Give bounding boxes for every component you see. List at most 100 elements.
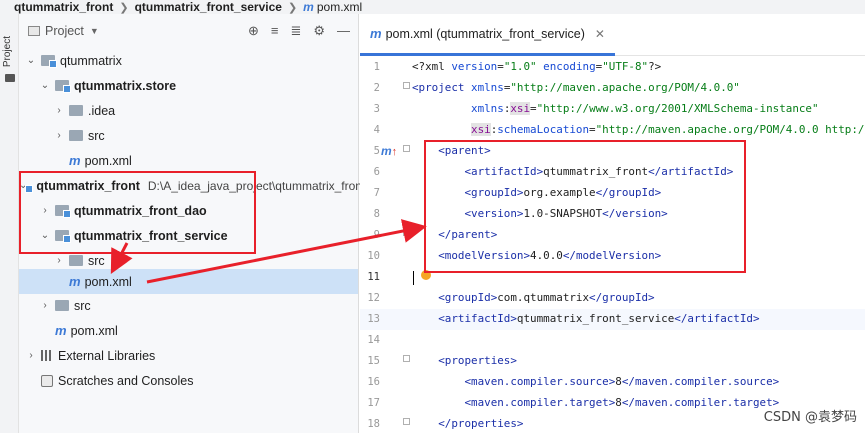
chevron-right-icon[interactable]: › [53, 255, 65, 266]
maven-icon: m [55, 323, 67, 338]
tool-window-strip: Project [0, 14, 19, 433]
breadcrumb-item-module[interactable]: qtummatrix_front_service [135, 0, 282, 14]
line-number-current: 11 [367, 271, 380, 283]
code-line-16: <maven.compiler.source>8</maven.compiler… [464, 375, 780, 388]
fold-marker-icon[interactable] [403, 355, 410, 362]
scratches-icon [41, 374, 53, 387]
line-number: 18 [367, 418, 380, 430]
tree-item-scratches[interactable]: Scratches and Consoles [19, 368, 358, 393]
module-folder-icon [41, 55, 57, 68]
expand-all-icon[interactable]: ≣ [290, 23, 301, 39]
tree-item-external-libraries[interactable]: › External Libraries [19, 343, 358, 368]
tree-item-label: src [88, 253, 105, 268]
tree-item-pom-xml-selected[interactable]: m pom.xml [19, 269, 358, 294]
folder-icon [69, 255, 83, 266]
chevron-right-icon[interactable]: › [25, 350, 37, 361]
project-panel-toolbar: Project ▼ ⊕ ≡ ≣ ⚙ — [19, 14, 358, 48]
collapse-all-icon[interactable]: ≡ [271, 23, 279, 39]
fold-marker-icon[interactable] [403, 418, 410, 425]
line-number: 10 [367, 250, 380, 262]
maven-icon: m [370, 26, 382, 41]
tree-item-label: .idea [88, 103, 116, 118]
tree-item-qtummatrix[interactable]: ⌄ qtummatrix [19, 48, 358, 73]
code-line-4: xsi:schemaLocation="http://maven.apache.… [471, 123, 865, 136]
code-line-3: xmlns:xsi="http://www.w3.org/2001/XMLSch… [471, 102, 819, 115]
line-number: 12 [367, 292, 380, 304]
maven-parent-gutter-icon[interactable]: m↑ [381, 144, 397, 158]
minimize-icon[interactable]: — [337, 23, 350, 39]
line-number: 8 [373, 208, 380, 220]
chevron-right-icon[interactable]: › [53, 130, 65, 141]
code-line-18: </properties> [438, 417, 524, 430]
crosshair-icon[interactable]: ⊕ [248, 23, 259, 39]
line-number: 1 [373, 61, 380, 73]
annotation-box-modules [19, 171, 256, 254]
annotation-box-parent [424, 140, 746, 273]
maven-icon: m [303, 0, 314, 14]
library-icon [41, 350, 53, 361]
line-number: 15 [367, 355, 380, 367]
line-number: 4 [373, 124, 380, 136]
tree-item-label: pom.xml [70, 323, 118, 338]
tree-item-pom-xml[interactable]: m pom.xml [19, 148, 358, 173]
breadcrumb-item-project[interactable]: qtummatrix_front [14, 0, 113, 14]
tree-item-label: Scratches and Consoles [58, 373, 194, 388]
line-number: 6 [373, 166, 380, 178]
code-line-17: <maven.compiler.target>8</maven.compiler… [464, 396, 780, 409]
close-icon[interactable]: ✕ [595, 27, 605, 41]
tree-item-label: src [74, 298, 91, 313]
tree-item-label: src [88, 128, 105, 143]
folder-icon [69, 130, 83, 141]
chevron-right-icon[interactable]: › [53, 105, 65, 116]
editor-tab-label: pom.xml (qtummatrix_front_service) [385, 26, 585, 41]
fold-marker-icon[interactable] [403, 229, 410, 236]
tree-item-qtummatrix-store[interactable]: ⌄ qtummatrix.store [19, 73, 358, 98]
folder-icon [69, 105, 83, 116]
tree-item-src[interactable]: › src [19, 123, 358, 148]
text-caret [413, 271, 414, 285]
line-number: 5 [373, 145, 380, 157]
line-number: 9 [373, 229, 380, 241]
breadcrumb: qtummatrix_front ❯ qtummatrix_front_serv… [0, 0, 865, 14]
gear-icon[interactable]: ⚙ [313, 23, 325, 39]
module-folder-icon [55, 80, 71, 93]
breadcrumb-item-file[interactable]: pom.xml [317, 0, 362, 14]
maven-icon: m [69, 153, 81, 168]
folder-icon [55, 300, 69, 311]
editor-tab-pom-xml[interactable]: m pom.xml (qtummatrix_front_service) ✕ [360, 14, 615, 56]
fold-marker-icon[interactable] [403, 82, 410, 89]
tree-item-label: External Libraries [58, 348, 156, 363]
tree-item-label: pom.xml [84, 153, 132, 168]
code-line-1: <?xml version="1.0" encoding="UTF-8"?> [412, 60, 662, 73]
chevron-down-icon[interactable]: ⌄ [25, 55, 37, 66]
chevron-right-icon[interactable]: › [39, 300, 51, 311]
tree-item-label: pom.xml [84, 274, 132, 289]
chevron-down-icon[interactable]: ⌄ [39, 80, 51, 91]
code-line-12: <groupId>com.qtummatrix</groupId> [438, 291, 655, 304]
line-number: 3 [373, 103, 380, 115]
project-icon [28, 26, 40, 36]
maven-icon: m [69, 274, 81, 289]
tree-item-idea[interactable]: › .idea [19, 98, 358, 123]
tree-item-label: qtummatrix [60, 53, 122, 68]
line-number: 7 [373, 187, 380, 199]
fold-marker-icon[interactable] [403, 145, 410, 152]
tree-item-pom-xml[interactable]: m pom.xml [19, 318, 358, 343]
watermark: CSDN @袁梦码 [763, 410, 857, 425]
line-number: 17 [367, 397, 380, 409]
line-number: 14 [367, 334, 380, 346]
tree-item-src[interactable]: › src [19, 293, 358, 318]
line-number: 16 [367, 376, 380, 388]
project-view-selector[interactable]: Project [45, 24, 84, 38]
code-line-15: <properties> [438, 354, 517, 367]
line-number: 2 [373, 82, 380, 94]
tree-item-label: qtummatrix.store [74, 78, 177, 93]
code-line-13: <artifactId>qtummatrix_front_service</ar… [438, 312, 760, 325]
project-tool-button[interactable]: Project [2, 36, 13, 67]
code-line-2: <project xmlns="http://maven.apache.org/… [412, 81, 740, 94]
editor-tab-bar: m pom.xml (qtummatrix_front_service) ✕ [360, 14, 865, 56]
chevron-down-icon[interactable]: ▼ [90, 26, 99, 36]
line-number: 13 [367, 313, 380, 325]
breadcrumb-separator: ❯ [287, 1, 298, 14]
